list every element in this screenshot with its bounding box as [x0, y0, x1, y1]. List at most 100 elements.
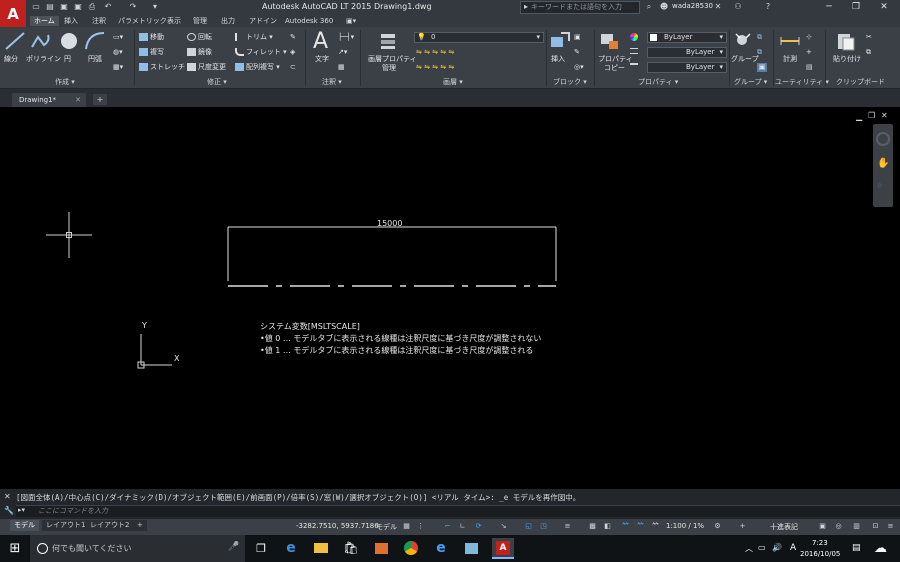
restore-button[interactable]: ❐	[845, 0, 867, 15]
array-button[interactable]: 配列複写 ▾	[235, 63, 280, 72]
units-value[interactable]: 十進表記	[770, 522, 798, 532]
move-button[interactable]: 移動	[139, 33, 164, 42]
annotation-panel-label[interactable]: 注釈 ▾	[322, 77, 342, 87]
osnap-3d-icon[interactable]: ◳	[539, 522, 548, 531]
print-icon[interactable]: ⎙	[87, 2, 97, 12]
windows-start-icon[interactable]: ⊞	[0, 535, 30, 562]
application-menu-button[interactable]: A	[0, 0, 26, 27]
command-prompt-icon[interactable]: ▸▾	[18, 506, 25, 514]
erase-icon[interactable]: ✎	[290, 33, 296, 42]
new-file-icon[interactable]: ▭	[31, 2, 41, 12]
tab-view[interactable]: 表示	[167, 16, 181, 26]
tab-autodesk360[interactable]: Autodesk 360	[285, 16, 333, 26]
group-icon[interactable]	[733, 31, 755, 51]
cortana-search-box[interactable]: 何でも聞いてください	[30, 535, 245, 562]
quick-select-icon[interactable]: ⊹	[806, 33, 812, 42]
clean-screen-icon[interactable]: ⊡	[871, 522, 880, 531]
snap-icon[interactable]: ⋮	[416, 522, 425, 531]
tab-drawing1[interactable]: Drawing1* ✕	[12, 93, 86, 107]
search-input[interactable]: キーワードまたは語句を入力	[520, 1, 640, 14]
annotation-scale-value[interactable]: 1:100 / 1%	[666, 522, 704, 530]
redo-icon[interactable]: ↷	[128, 2, 138, 12]
layer-tools-row1-icon[interactable]: ⇋ ⇋ ⇋ ⇋ ⇋	[416, 48, 454, 57]
transparency-icon[interactable]: ▩	[588, 522, 597, 531]
annotation-visibility-icon[interactable]: ⺮	[621, 522, 630, 531]
chrome-icon[interactable]	[400, 538, 422, 559]
layout-tab-layout2[interactable]: レイアウト2	[86, 520, 134, 531]
internet-explorer-icon[interactable]: e	[430, 538, 452, 559]
group-edit-icon[interactable]: ⧉	[757, 48, 762, 57]
layers-panel-label[interactable]: 画層 ▾	[443, 77, 463, 87]
clipboard-panel-label[interactable]: クリップボード	[836, 77, 885, 87]
microphone-icon[interactable]: 🎤	[228, 542, 239, 552]
file-explorer-icon[interactable]	[310, 538, 332, 559]
circle-label[interactable]: 円	[64, 55, 71, 64]
layer-properties-label-2[interactable]: 管理	[382, 64, 396, 73]
polar-icon[interactable]: ∟	[458, 522, 467, 531]
tab-more-icon[interactable]: ▣▾	[346, 16, 356, 26]
region-icon[interactable]: ▦▾	[113, 63, 123, 72]
match-properties-label-2[interactable]: コピー	[604, 64, 625, 73]
layer-tools-row2-icon[interactable]: ⇋ ⇋ ⇋ ⇋ ⇋	[416, 63, 454, 72]
connect-icon[interactable]: ⚇	[733, 2, 743, 12]
exchange-icon[interactable]: ✕	[713, 2, 723, 12]
explode-icon[interactable]: ◈	[290, 48, 295, 57]
cursor-coordinates[interactable]: -3282.7510, 5937.7186	[296, 522, 379, 530]
fillet-button[interactable]: フィレット ▾	[235, 48, 287, 57]
lineweight-dropdown[interactable]: ByLayer ▾	[647, 62, 727, 73]
media-player-icon[interactable]	[370, 538, 392, 559]
binoculars-icon[interactable]: ⌕	[644, 2, 654, 12]
command-close-icon[interactable]: ✕	[4, 492, 11, 501]
rectangle-icon[interactable]: ▭▾	[113, 33, 123, 42]
utilities-panel-label[interactable]: ユーティリティ ▾	[775, 77, 829, 87]
create-block-icon[interactable]: ▣	[574, 33, 581, 42]
command-input[interactable]	[16, 505, 900, 517]
volume-icon[interactable]: 🔊	[772, 543, 782, 552]
new-tab-button[interactable]: +	[93, 94, 107, 105]
point-icon[interactable]: +	[806, 48, 812, 57]
customization-menu-icon[interactable]: ≡	[886, 522, 895, 531]
network-icon[interactable]: ▭	[758, 543, 766, 552]
quick-properties-icon[interactable]: ▣	[818, 522, 827, 531]
color-dropdown[interactable]: ByLayer ▾	[647, 32, 727, 43]
arc-icon[interactable]	[84, 31, 106, 51]
annotation-scale-icon[interactable]: ⺮	[651, 522, 660, 531]
measure-icon[interactable]	[779, 31, 801, 51]
annotation-monitor-icon[interactable]: +	[738, 522, 747, 531]
text-icon[interactable]: A	[313, 30, 328, 54]
groups-panel-label[interactable]: グループ ▾	[734, 77, 767, 87]
lineweight-toggle-icon[interactable]: ≡	[563, 522, 572, 531]
match-properties-label-1[interactable]: プロパティ	[598, 55, 633, 64]
grid-icon[interactable]: ▦	[402, 522, 411, 531]
insert-block-icon[interactable]	[549, 31, 571, 51]
modify-panel-label[interactable]: 修正 ▾	[207, 77, 227, 87]
tab-insert[interactable]: 挿入	[64, 16, 78, 26]
action-center-icon[interactable]: ▤	[852, 543, 861, 553]
tab-home[interactable]: ホーム	[30, 16, 59, 26]
autocad-taskbar-icon[interactable]: A	[492, 538, 514, 559]
edit-block-icon[interactable]: ✎	[574, 48, 580, 57]
customize-wrench-icon[interactable]: 🔧	[4, 506, 14, 515]
undo-icon[interactable]: ↶	[103, 2, 113, 12]
polyline-icon[interactable]	[30, 31, 52, 51]
ime-indicator[interactable]: A	[790, 543, 796, 553]
close-button[interactable]: ✕	[873, 0, 895, 15]
cut-icon[interactable]: ✂	[866, 33, 872, 42]
trim-button[interactable]: トリム ▾	[235, 33, 273, 42]
edge-browser-icon[interactable]: e	[280, 538, 302, 559]
object-snap-icon[interactable]: ◱	[524, 522, 533, 531]
clock-date[interactable]: 2016/10/05	[800, 550, 840, 558]
open-file-icon[interactable]: ▤	[45, 2, 55, 12]
paste-label[interactable]: 貼り付け	[833, 55, 861, 64]
measure-label[interactable]: 計測	[783, 55, 797, 64]
circle-icon[interactable]	[58, 31, 80, 51]
properties-panel-label[interactable]: プロパティ ▾	[638, 77, 678, 87]
tray-chevron-up-icon[interactable]: ︿	[745, 543, 753, 554]
search-expand-icon[interactable]: ▸	[521, 2, 531, 12]
minimize-button[interactable]: ─	[818, 0, 840, 15]
model-space-button[interactable]: モデル	[376, 522, 397, 532]
mirror-button[interactable]: 鏡像	[187, 48, 212, 57]
user-icon[interactable]: ☻	[659, 2, 669, 12]
help-icon[interactable]: ?	[763, 2, 773, 12]
task-view-icon[interactable]: ❐	[250, 538, 272, 559]
